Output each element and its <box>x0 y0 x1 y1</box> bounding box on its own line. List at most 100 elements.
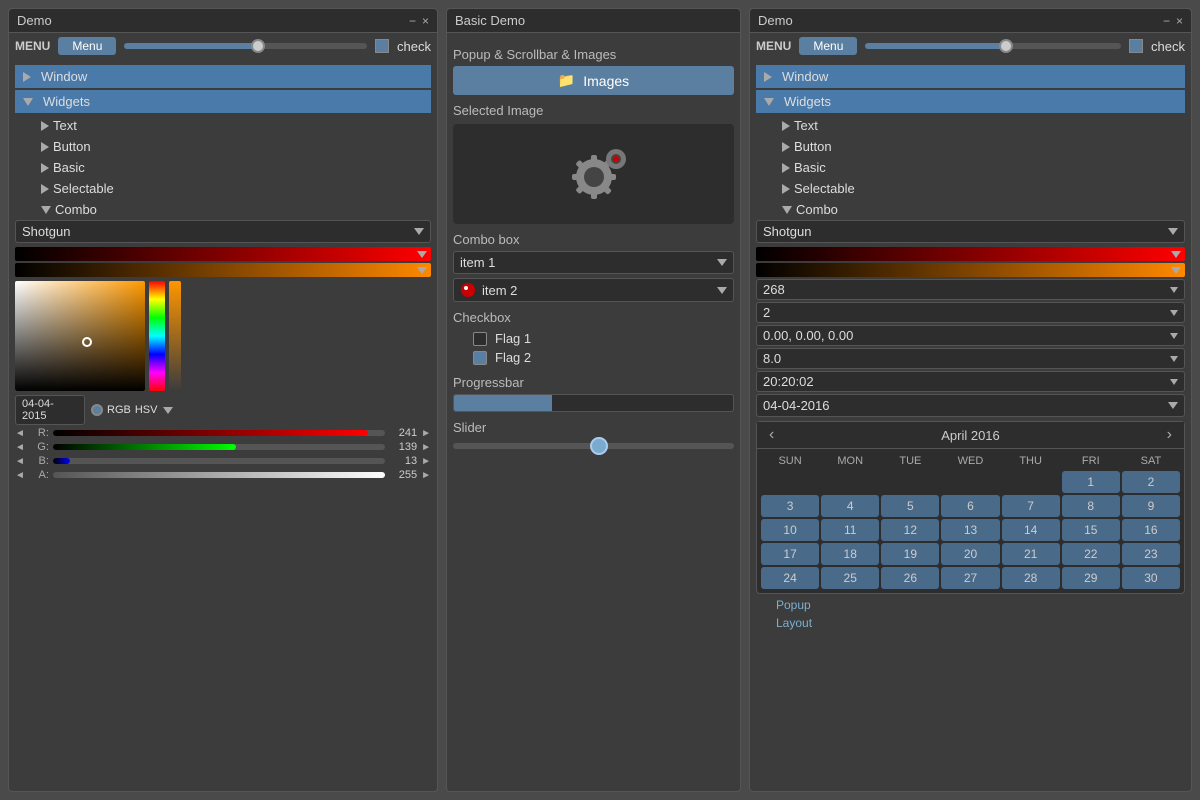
orange-color-bar[interactable] <box>756 263 1185 277</box>
red-color-bar[interactable] <box>15 247 431 261</box>
cal-day-9[interactable]: 9 <box>1122 495 1180 517</box>
g-right-arrow[interactable]: ► <box>421 442 431 453</box>
cal-day-3[interactable]: 3 <box>761 495 819 517</box>
r-right-arrow[interactable]: ► <box>421 428 431 439</box>
num-field-268[interactable]: 268 <box>756 279 1185 300</box>
next-month-button[interactable]: › <box>1163 426 1176 444</box>
cal-day-24[interactable]: 24 <box>761 567 819 589</box>
cal-day-25[interactable]: 25 <box>821 567 879 589</box>
num-field-2[interactable]: 2 <box>756 302 1185 323</box>
cal-day-16[interactable]: 16 <box>1122 519 1180 541</box>
close-icon[interactable]: × <box>1176 14 1183 28</box>
images-button[interactable]: 📁 Images <box>453 66 734 95</box>
prev-month-button[interactable]: ‹ <box>765 426 778 444</box>
cal-day-4[interactable]: 4 <box>821 495 879 517</box>
shotgun-combo[interactable]: Shotgun <box>756 220 1185 243</box>
menu-checkbox[interactable] <box>1129 39 1143 53</box>
cal-day-26[interactable]: 26 <box>881 567 939 589</box>
tree-item-selectable[interactable]: Selectable <box>776 178 1185 199</box>
a-slider[interactable] <box>53 472 385 478</box>
num-field-time[interactable]: 20:20:02 <box>756 371 1185 392</box>
cal-day-10[interactable]: 10 <box>761 519 819 541</box>
field-2: 2 <box>756 302 1185 323</box>
cal-day-20[interactable]: 20 <box>941 543 999 565</box>
g-left-arrow[interactable]: ◄ <box>15 442 25 453</box>
tree-item-combo[interactable]: Combo <box>776 199 1185 220</box>
color-picker-gradient[interactable] <box>15 281 145 391</box>
cal-day-21[interactable]: 21 <box>1002 543 1060 565</box>
tree-item-basic[interactable]: Basic <box>776 157 1185 178</box>
tree-item-window[interactable]: Window <box>756 65 1185 88</box>
b-slider[interactable] <box>53 458 385 464</box>
date-field[interactable]: 04-04-2016 <box>756 394 1185 417</box>
num-field-8[interactable]: 8.0 <box>756 348 1185 369</box>
r-slider[interactable] <box>53 430 385 436</box>
menu-button[interactable]: Menu <box>799 37 857 55</box>
menu-slider[interactable] <box>865 43 1121 49</box>
slider-track[interactable] <box>453 443 734 449</box>
alpha-bar[interactable] <box>169 281 181 391</box>
crosshair-icon <box>82 337 92 347</box>
num-field-coords[interactable]: 0.00, 0.00, 0.00 <box>756 325 1185 346</box>
tree-item-basic[interactable]: Basic <box>35 157 431 178</box>
r-left-arrow[interactable]: ◄ <box>15 428 25 439</box>
shotgun-combo[interactable]: Shotgun <box>15 220 431 243</box>
menu-button[interactable]: Menu <box>58 37 116 55</box>
popup-item[interactable]: Popup <box>776 596 1165 614</box>
tree-item-window[interactable]: Window <box>15 65 431 88</box>
slider-thumb[interactable] <box>590 437 608 455</box>
cal-day-8[interactable]: 8 <box>1062 495 1120 517</box>
cal-day-27[interactable]: 27 <box>941 567 999 589</box>
right-panel-controls: − × <box>1163 14 1183 28</box>
minimize-icon[interactable]: − <box>409 14 416 28</box>
cal-day-12[interactable]: 12 <box>881 519 939 541</box>
cal-day-18[interactable]: 18 <box>821 543 879 565</box>
flag1-checkbox[interactable] <box>473 332 487 346</box>
tree-item-button[interactable]: Button <box>776 136 1185 157</box>
cal-day-29[interactable]: 29 <box>1062 567 1120 589</box>
tree-item-widgets[interactable]: Widgets <box>756 90 1185 113</box>
cal-day-5[interactable]: 5 <box>881 495 939 517</box>
tree-item-label: Text <box>794 118 818 133</box>
a-right-arrow[interactable]: ► <box>421 470 431 481</box>
tree-item-text[interactable]: Text <box>776 115 1185 136</box>
b-left-arrow[interactable]: ◄ <box>15 456 25 467</box>
combo2-select[interactable]: item 2 <box>453 278 734 302</box>
cal-day-7[interactable]: 7 <box>1002 495 1060 517</box>
layout-item[interactable]: Layout <box>776 614 1165 632</box>
close-icon[interactable]: × <box>422 14 429 28</box>
field-arrow-icon <box>1170 287 1178 293</box>
cal-day-15[interactable]: 15 <box>1062 519 1120 541</box>
cal-day-19[interactable]: 19 <box>881 543 939 565</box>
cal-day-11[interactable]: 11 <box>821 519 879 541</box>
menu-checkbox[interactable] <box>375 39 389 53</box>
cal-day-2[interactable]: 2 <box>1122 471 1180 493</box>
tree-item-text[interactable]: Text <box>35 115 431 136</box>
cal-day-22[interactable]: 22 <box>1062 543 1120 565</box>
cal-day-30[interactable]: 30 <box>1122 567 1180 589</box>
tree-item-widgets[interactable]: Widgets <box>15 90 431 113</box>
hue-bar[interactable] <box>149 281 165 391</box>
tree-item-selectable[interactable]: Selectable <box>35 178 431 199</box>
red-color-bar[interactable] <box>756 247 1185 261</box>
cal-day-17[interactable]: 17 <box>761 543 819 565</box>
minimize-icon[interactable]: − <box>1163 14 1170 28</box>
hex-value[interactable]: 04-04-2015 <box>15 395 85 425</box>
rgb-radio[interactable] <box>91 404 103 416</box>
tree-item-combo[interactable]: Combo <box>35 199 431 220</box>
tree-item-button[interactable]: Button <box>35 136 431 157</box>
cal-day-13[interactable]: 13 <box>941 519 999 541</box>
a-left-arrow[interactable]: ◄ <box>15 470 25 481</box>
b-right-arrow[interactable]: ► <box>421 456 431 467</box>
flag2-checkbox[interactable] <box>473 351 487 365</box>
menu-slider[interactable] <box>124 43 367 49</box>
orange-color-bar[interactable] <box>15 263 431 277</box>
combo1-select[interactable]: item 1 <box>453 251 734 274</box>
cal-day-1[interactable]: 1 <box>1062 471 1120 493</box>
g-slider[interactable] <box>53 444 385 450</box>
cal-day-14[interactable]: 14 <box>1002 519 1060 541</box>
field-arrow-icon <box>1170 356 1178 362</box>
cal-day-23[interactable]: 23 <box>1122 543 1180 565</box>
cal-day-28[interactable]: 28 <box>1002 567 1060 589</box>
cal-day-6[interactable]: 6 <box>941 495 999 517</box>
